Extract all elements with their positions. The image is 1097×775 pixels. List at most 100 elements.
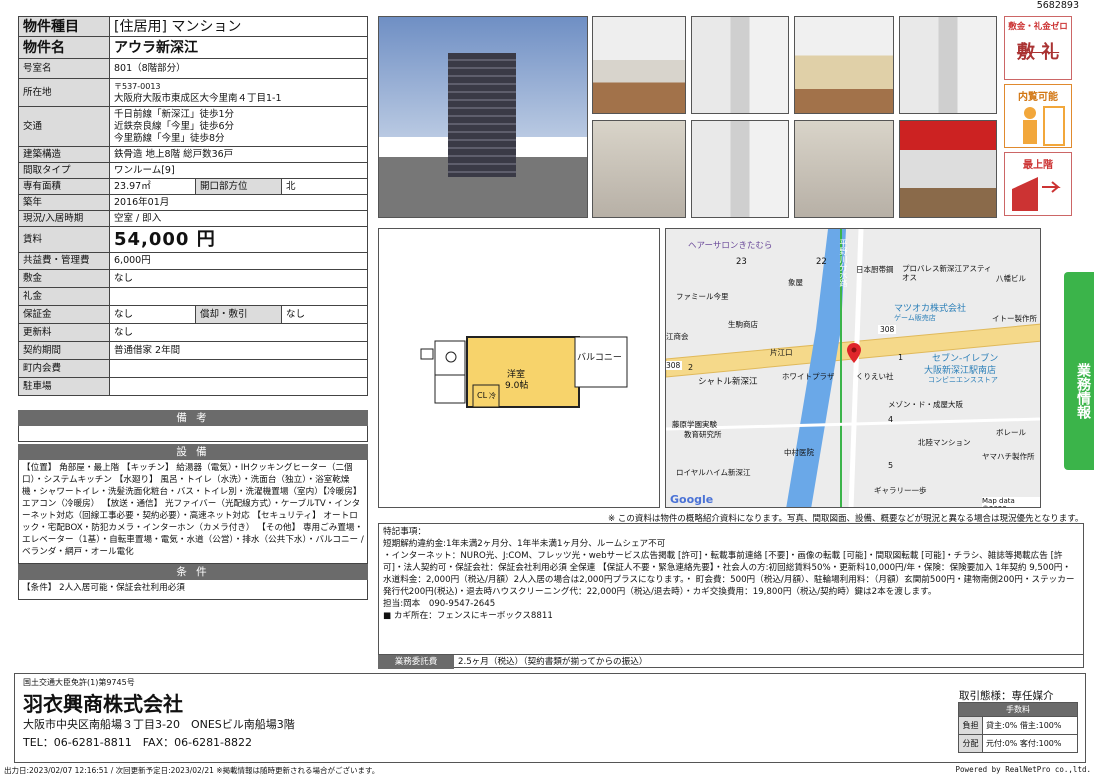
notes-title: 特記事項： xyxy=(383,527,426,537)
neighborhood-label: 町内会費 xyxy=(18,359,110,378)
map-label: イトー製作所 xyxy=(992,314,1037,323)
structure-value: 鉄骨造 地上8階 総戸数36戸 xyxy=(109,146,368,163)
toilet-photo[interactable] xyxy=(794,120,894,218)
futan-label: 負担 xyxy=(958,716,983,735)
company-address: 大阪市中央区南船場３丁目3-20 ONESビル南船場3階 xyxy=(23,718,295,731)
bunpai-label: 分配 xyxy=(958,734,983,753)
room-photo[interactable] xyxy=(592,16,686,114)
common-label: 共益費・管理費 xyxy=(18,252,110,270)
status-label: 現況/入居時期 xyxy=(18,210,110,227)
map-label: 生駒商店 xyxy=(728,320,758,329)
hosho-value: なし xyxy=(109,305,196,324)
access-line: 近鉄奈良線「今里」徒歩6分 xyxy=(114,120,235,132)
area-map[interactable]: ヘアーサロンきたむら 23 22 日本厨帯鋼 プロバレス新深江アスティオス 八幡… xyxy=(665,228,1041,508)
map-label: 象屋 xyxy=(788,278,803,287)
washroom-photo[interactable] xyxy=(691,120,789,218)
commission-table: 手数料 負担 貸主:0% 借主:100% 分配 元付:0% 客付:100% xyxy=(958,702,1078,753)
building-icon xyxy=(1012,177,1061,211)
access-line: 千日前線「新深江」徒歩1分 xyxy=(114,108,235,120)
contract-label: 契約期間 xyxy=(18,341,110,360)
joken-header: 条 件 xyxy=(18,564,368,580)
map-label: 2 xyxy=(688,363,694,372)
map-attribution: Map data ©2023 xyxy=(982,497,1040,507)
google-logo: Google xyxy=(670,493,714,506)
map-label: メゾン・ド・成屋大阪 xyxy=(888,400,963,409)
map-label: 1 xyxy=(898,353,904,362)
access-line: 今里筋線「今里」徒歩8分 xyxy=(114,132,225,144)
type-value: [住居用] マンション xyxy=(109,16,368,37)
map-label: コンビニエンスストア xyxy=(928,376,998,384)
fee-value: 2.5ヶ月（税込）（契約書類が揃ってからの振込） xyxy=(458,657,648,667)
kitchen-photo[interactable] xyxy=(794,16,894,114)
keymoney-value xyxy=(109,287,368,306)
fee-label: 業務委託費 xyxy=(378,655,454,669)
company-name: 羽衣興商株式会社 xyxy=(23,692,183,716)
futan-value: 貸主:0% 借主:100% xyxy=(982,716,1078,735)
naiken-badge: 内覧可能 xyxy=(1004,84,1072,148)
notes-line: ■ カギ所在：フェンスにキーボックス8811 xyxy=(383,611,553,621)
bath-photo[interactable] xyxy=(592,120,686,218)
built-value: 2016年01月 xyxy=(109,194,368,211)
map-label: 北陸マンション xyxy=(918,438,971,447)
map-label: ヘアーサロンきたむら xyxy=(688,241,773,251)
map-label: プロバレス新深江アスティオス xyxy=(902,264,992,282)
opening-value: 北 xyxy=(281,178,368,195)
balcony-photo[interactable] xyxy=(899,120,997,218)
rent-label: 賃料 xyxy=(18,226,110,253)
map-label: ホワイトプラザ xyxy=(782,372,835,381)
map-label: 4 xyxy=(888,415,894,424)
top-floor-badge: 最上階 xyxy=(1004,152,1072,216)
parking-label: 駐車場 xyxy=(18,377,110,396)
zero-deposit-badge: 敷金・礼金ゼロ 敷 礼 xyxy=(1004,16,1072,80)
notes-line: 短期解約違約金:1年未満2ヶ月分、1年半未満1ヶ月分、ルームシェア不可 xyxy=(383,539,666,549)
room-photo[interactable] xyxy=(691,16,789,114)
name-label: 物件名 xyxy=(18,36,110,59)
area-label: 専有面積 xyxy=(18,178,110,195)
document-id: 5682893 xyxy=(1036,0,1079,11)
contract-value: 普通借家 2年間 xyxy=(109,341,368,360)
area-value: 23.97㎡ xyxy=(109,178,196,195)
output-date: 出力日:2023/02/07 12:16:51 / 次回更新予定日:2023/0… xyxy=(4,766,380,775)
shokyaku-value: なし xyxy=(281,305,368,324)
map-label: 23 xyxy=(736,257,747,267)
map-label: 江商会 xyxy=(666,332,689,341)
map-label: ギャラリー一歩 xyxy=(874,486,927,495)
fee-header: 手数料 xyxy=(958,702,1078,717)
map-label: ボレール xyxy=(996,428,1026,437)
postal-code: 〒537-0013 xyxy=(114,81,161,91)
type-label: 物件種目 xyxy=(18,16,110,37)
setsubi-header: 設 備 xyxy=(18,444,368,460)
parking-value xyxy=(109,377,368,396)
company-phone: TEL：06-6281-8811 FAX：06-6281-8822 xyxy=(23,736,253,749)
access-label: 交通 xyxy=(18,106,110,147)
deal-type: 取引態様：専任媒介 xyxy=(959,690,1054,702)
building-exterior-photo[interactable] xyxy=(378,16,588,218)
layout-value: ワンルーム[9] xyxy=(109,162,368,179)
notes-line: 担当:岡本 090-9547-2645 xyxy=(383,599,496,609)
room-size: 9.0帖 xyxy=(505,381,529,391)
gyomu-info-tab[interactable]: 業務情報 xyxy=(1064,272,1094,470)
property-table: 物件種目 [住居用] マンション 物件名 アウラ新深江 号室名 801（8階部分） 所… xyxy=(18,16,368,396)
deposit-value: なし xyxy=(109,269,368,288)
special-notes: 特記事項： 短期解約違約金:1年未満2ヶ月分、1年半未満1ヶ月分、ルームシェア不… xyxy=(378,523,1084,668)
zero-badge-sub: 敷 礼 xyxy=(1016,42,1060,63)
name-value: アウラ新深江 xyxy=(109,36,368,59)
map-label: 教育研究所 xyxy=(684,430,722,439)
setsubi-body: 【位置】 角部屋・最上階 【キッチン】 給湯器（電気）・IHクッキングヒーター（… xyxy=(18,460,368,564)
naiken-badge-label: 内覧可能 xyxy=(1018,92,1058,103)
common-value: 6,000円 xyxy=(109,252,368,270)
closet-photo[interactable] xyxy=(899,16,997,114)
deposit-label: 敷金 xyxy=(18,269,110,288)
neighborhood-value xyxy=(109,359,368,378)
notes-line: ・インターネット：NURO光、J:COM、フレッツ光・webサービス広告掲載 [… xyxy=(383,551,1075,597)
map-label: 片江口 xyxy=(770,348,793,357)
license-number: 国土交通大臣免許(1)第9745号 xyxy=(23,678,135,687)
map-label: 日本厨帯鋼 xyxy=(856,265,894,274)
closet-label: CL xyxy=(477,391,488,400)
floor-plan[interactable]: 洋室 9.0帖 バルコニー CL 冷 xyxy=(378,228,660,508)
room-value: 801（8階部分） xyxy=(109,58,368,79)
map-label: 22 xyxy=(816,257,827,267)
map-label: ゲーム販売店 xyxy=(894,314,936,322)
bunpai-value: 元付:0% 客付:100% xyxy=(982,734,1078,753)
map-label: 5 xyxy=(888,461,894,470)
